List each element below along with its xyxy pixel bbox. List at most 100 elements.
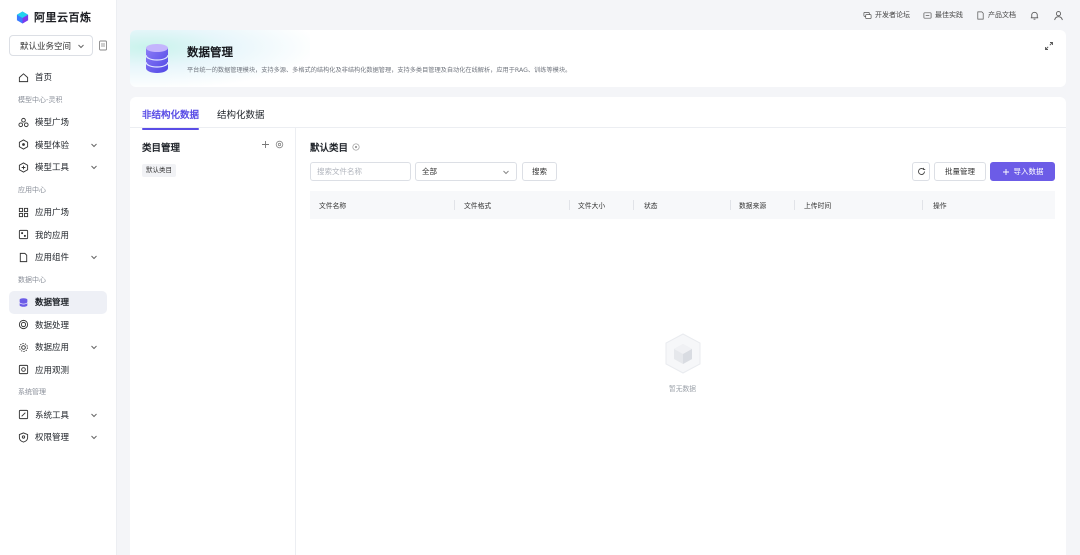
column-header: 文件名称 — [319, 202, 347, 210]
sidebar-item-app-components[interactable]: 应用组件 — [9, 246, 107, 269]
plus-icon — [1002, 168, 1009, 175]
column-divider — [633, 200, 634, 210]
nav-group-model: 模型中心-灵积 — [18, 95, 63, 104]
sidebar-item-model-square[interactable]: 模型广场 — [9, 111, 107, 134]
product-docs-label: 产品文档 — [988, 11, 1016, 19]
wrench-icon — [18, 410, 29, 420]
settings-icon[interactable] — [275, 140, 284, 149]
sidebar-item-label: 应用广场 — [35, 208, 70, 219]
chevron-down-icon — [91, 165, 97, 170]
sidebar-item-label: 模型广场 — [35, 118, 70, 129]
sidebar-item-home[interactable]: 首页 — [9, 66, 107, 89]
sidebar-item-label: 数据应用 — [35, 343, 70, 354]
top-bar: 开发者论坛 最佳实践 产品文档 — [117, 0, 1080, 30]
main-panel: 非结构化数据 结构化数据 类目管理 默认类目 默认类目 全部 搜索 批量管理 导… — [130, 97, 1066, 555]
column-divider — [794, 200, 795, 210]
list-title-text: 默认类目 — [310, 143, 349, 154]
table-header: 文件名称 文件格式 文件大小 状态 数据来源 上传时间 操作 — [310, 191, 1055, 219]
info-icon[interactable] — [352, 143, 360, 151]
list-title: 默认类目 — [310, 140, 360, 154]
nav-group-app: 应用中心 — [18, 185, 46, 194]
chevron-down-icon — [503, 170, 509, 174]
sidebar: 阿里云百炼 默认业务空间 首页 模型中心-灵积 模型广场 模型体验 模型工具 应… — [0, 0, 117, 555]
plus-icon[interactable] — [261, 140, 270, 149]
file-list-pane: 默认类目 全部 搜索 批量管理 导入数据 文件名称 文件格式 文件大小 状态 — [310, 128, 1055, 555]
column-header: 状态 — [644, 202, 658, 210]
document-icon — [977, 11, 984, 19]
column-divider — [922, 200, 923, 210]
home-icon — [18, 72, 29, 82]
status-filter-select[interactable]: 全部 — [415, 162, 517, 181]
batch-manage-button[interactable]: 批量管理 — [934, 162, 986, 181]
sidebar-item-label: 模型工具 — [35, 163, 70, 174]
bailian-logo-icon — [16, 10, 29, 24]
chevron-down-icon — [91, 435, 97, 440]
sidebar-item-my-apps[interactable]: 我的应用 — [9, 224, 107, 247]
sidebar-nav: 首页 模型中心-灵积 模型广场 模型体验 模型工具 应用中心 应用广场 我的应用 — [9, 66, 107, 449]
cluster-icon — [18, 117, 29, 127]
fingerprint-icon — [18, 320, 29, 330]
file-icon — [19, 252, 28, 262]
practice-icon — [923, 11, 932, 19]
bell-icon[interactable] — [1029, 10, 1040, 21]
sidebar-item-app-square[interactable]: 应用广场 — [9, 201, 107, 224]
empty-box-icon — [665, 333, 700, 374]
chevron-down-icon — [91, 413, 97, 417]
category-pane: 类目管理 默认类目 — [130, 128, 296, 555]
expand-icon[interactable] — [1044, 41, 1054, 51]
sidebar-item-label: 权限管理 — [35, 433, 70, 444]
import-data-button[interactable]: 导入数据 — [990, 162, 1055, 181]
document-icon[interactable] — [98, 40, 108, 51]
import-data-label: 导入数据 — [1013, 167, 1044, 176]
dev-forum-link[interactable]: 开发者论坛 — [863, 10, 910, 20]
file-search-input[interactable] — [310, 162, 411, 181]
sidebar-item-label: 数据处理 — [35, 320, 70, 331]
sidebar-item-permission-management[interactable]: 权限管理 — [9, 426, 107, 449]
workspace-select[interactable]: 默认业务空间 — [9, 35, 93, 56]
nav-group-data: 数据中心 — [18, 275, 46, 284]
category-title: 类目管理 — [142, 143, 181, 154]
page-header: 数据管理 平台统一的数据管理模块，支持多源、多格式的结构化及非结构化数据管理，支… — [130, 30, 1066, 87]
empty-text: 暂无数据 — [668, 385, 697, 393]
page-title: 数据管理 — [187, 45, 233, 59]
sidebar-item-model-tools[interactable]: 模型工具 — [9, 156, 107, 179]
sidebar-item-model-experience[interactable]: 模型体验 — [9, 134, 107, 157]
forum-icon — [863, 11, 872, 19]
tool-icon — [18, 162, 29, 173]
chevron-down-icon — [91, 255, 97, 260]
sidebar-item-label: 我的应用 — [35, 230, 70, 241]
brand[interactable]: 阿里云百炼 — [16, 9, 92, 25]
search-button[interactable]: 搜索 — [522, 162, 557, 181]
apps-icon — [18, 230, 29, 240]
chevron-down-icon — [78, 44, 84, 48]
column-divider — [454, 200, 455, 210]
grid-icon — [18, 207, 29, 217]
file-table: 文件名称 文件格式 文件大小 状态 数据来源 上传时间 操作 暂无数据 — [310, 191, 1055, 393]
sidebar-item-data-processing[interactable]: 数据处理 — [9, 314, 107, 337]
status-filter-value: 全部 — [422, 167, 437, 176]
workspace-select-value: 默认业务空间 — [20, 41, 72, 52]
chevron-down-icon — [91, 143, 97, 147]
gear-icon — [19, 342, 28, 352]
product-docs-link[interactable]: 产品文档 — [976, 10, 1016, 20]
category-item-default[interactable]: 默认类目 — [142, 164, 176, 177]
shield-icon — [18, 432, 29, 443]
sidebar-item-system-tools[interactable]: 系统工具 — [9, 404, 107, 427]
sidebar-item-app-observation[interactable]: 应用观测 — [9, 359, 107, 382]
user-icon[interactable] — [1053, 10, 1064, 21]
sidebar-item-data-management[interactable]: 数据管理 — [9, 291, 107, 314]
column-divider — [569, 200, 570, 210]
sidebar-item-data-apps[interactable]: 数据应用 — [9, 336, 107, 359]
column-header: 数据来源 — [739, 202, 767, 210]
sidebar-item-label: 数据管理 — [35, 298, 70, 309]
refresh-button[interactable] — [912, 162, 930, 181]
sidebar-item-label: 系统工具 — [35, 410, 70, 421]
best-practice-link[interactable]: 最佳实践 — [923, 10, 963, 20]
sidebar-item-label: 应用组件 — [35, 253, 70, 264]
database-icon — [19, 297, 28, 307]
monitor-icon — [18, 365, 29, 375]
sidebar-item-label: 应用观测 — [35, 365, 70, 376]
empty-state: 暂无数据 — [310, 331, 1055, 393]
dev-forum-label: 开发者论坛 — [875, 11, 910, 19]
best-practice-label: 最佳实践 — [935, 11, 963, 19]
